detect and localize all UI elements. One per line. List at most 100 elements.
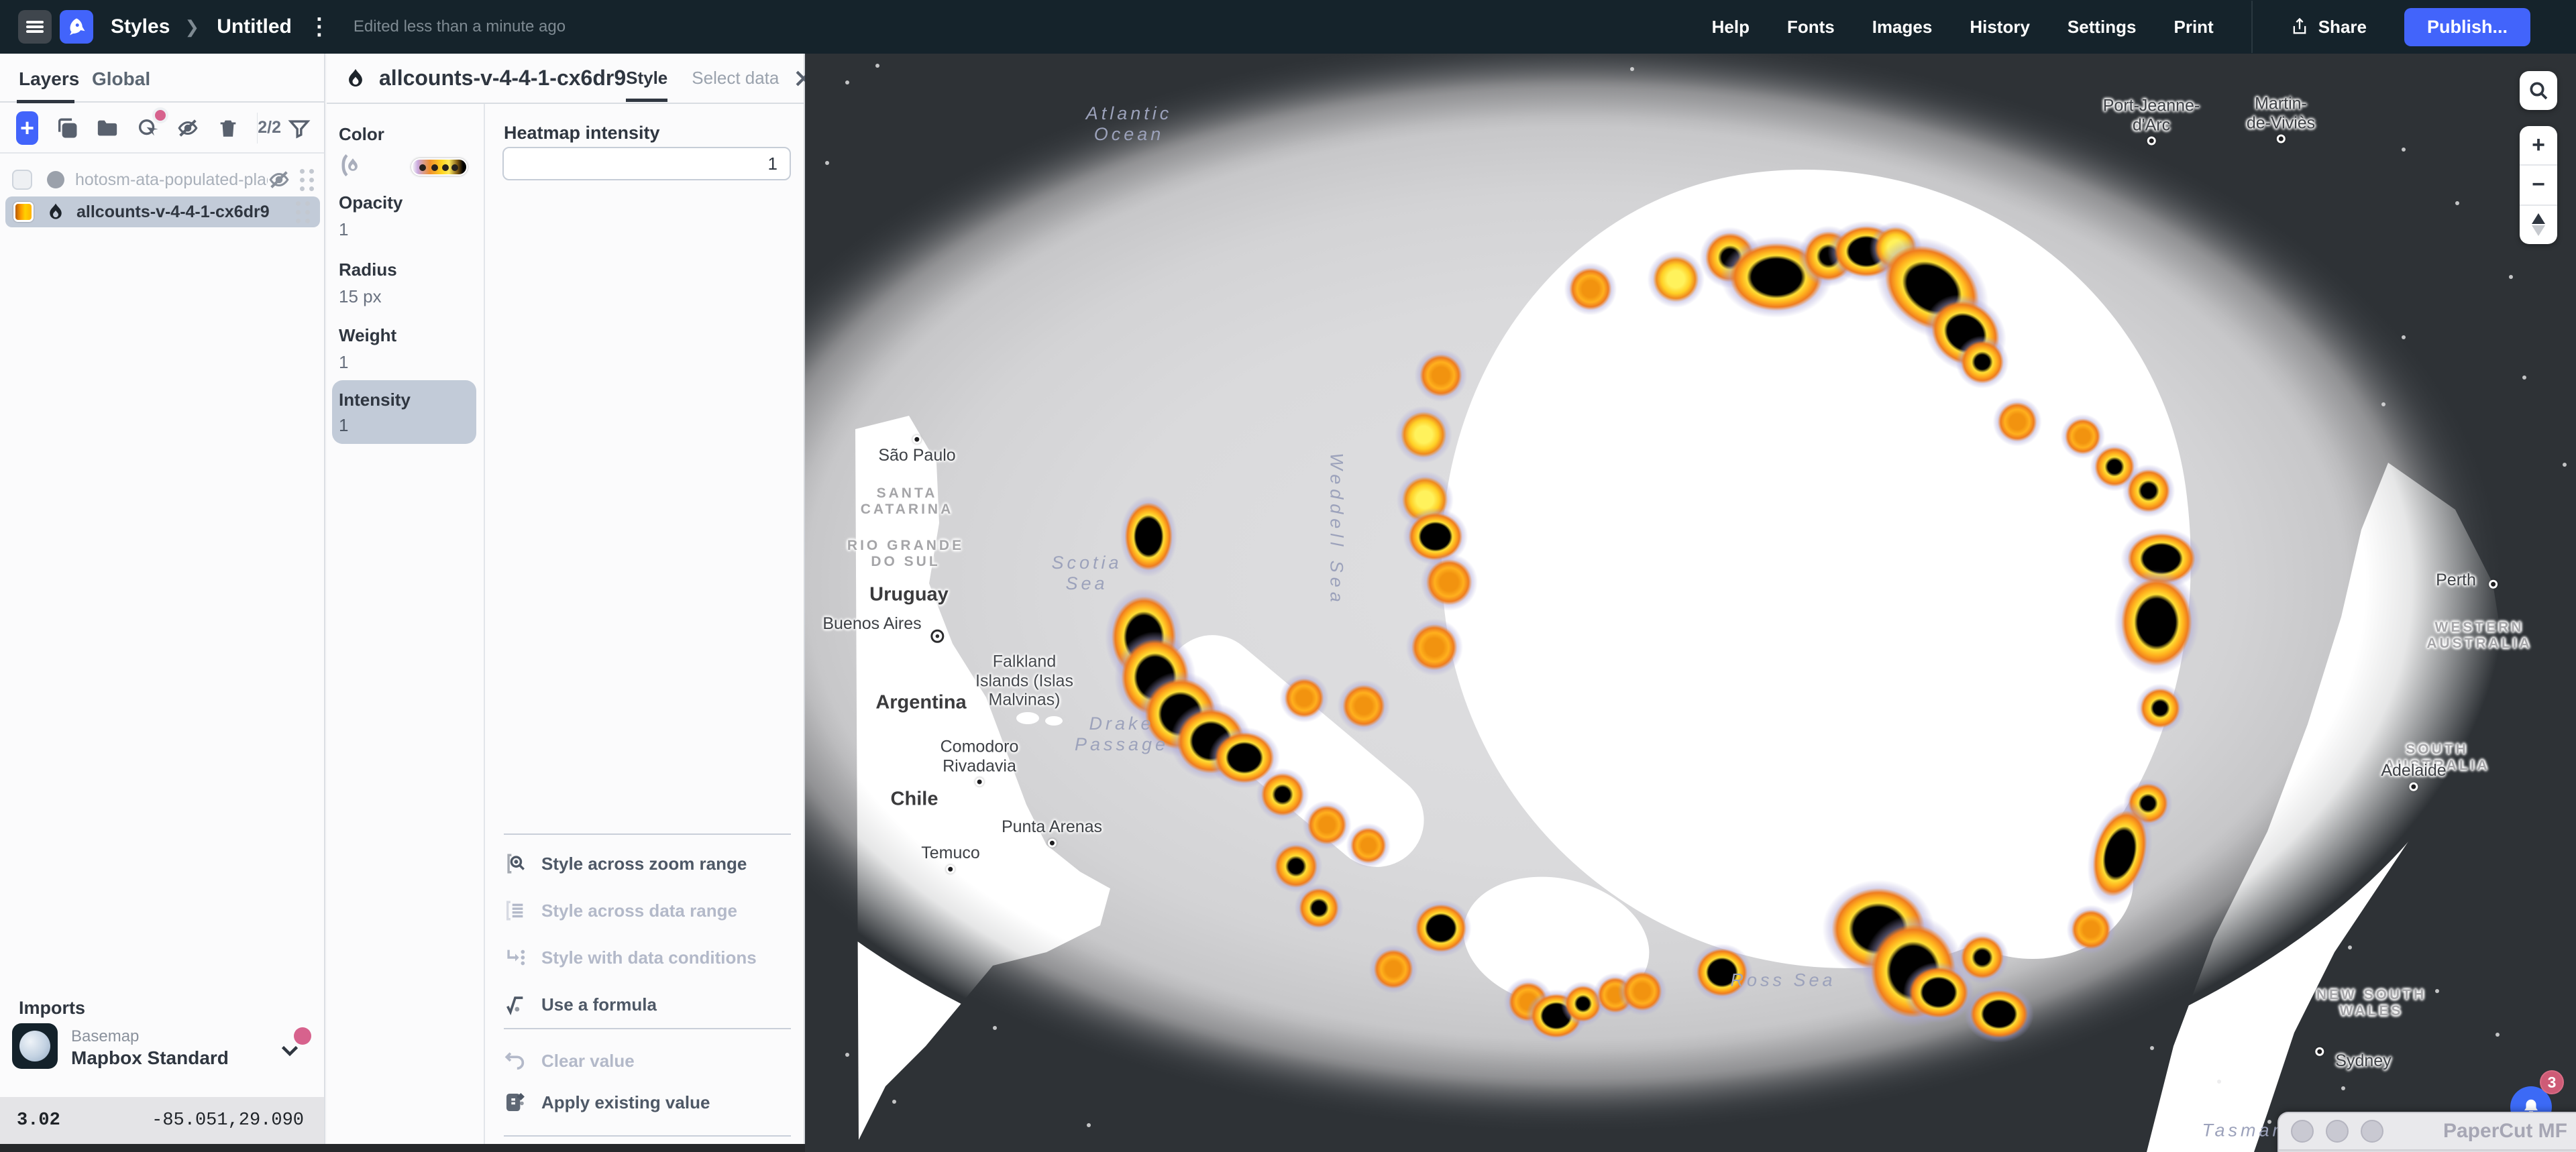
star (2402, 335, 2406, 339)
add-layer-button[interactable]: + (16, 111, 38, 145)
edited-status: Edited less than a minute ago (354, 17, 566, 36)
star (2402, 148, 2406, 152)
compass-bearing-button[interactable] (2520, 205, 2557, 244)
basemap-thumbnail[interactable] (12, 1023, 58, 1069)
heatmap-blob (1368, 943, 1419, 995)
heatmap-blob (1419, 552, 1479, 612)
select-components-icon[interactable] (136, 117, 159, 139)
layer-row-hotosm[interactable]: hotosm-ata-populated-places… (0, 164, 324, 195)
style-with-data-conditions-option[interactable]: Style with data conditions (504, 946, 757, 969)
tab-global[interactable]: Global (92, 68, 150, 90)
topbar-item-print[interactable]: Print (2174, 17, 2213, 38)
filter-layers-icon[interactable] (288, 117, 311, 139)
heatmap-blob (1963, 984, 2036, 1044)
drag-handle[interactable] (296, 201, 311, 223)
property-color-row[interactable] (339, 152, 468, 182)
style-across-zoom-range-option[interactable]: Style across zoom range (504, 852, 747, 875)
star (2267, 1120, 2271, 1124)
star (892, 1100, 896, 1104)
property-list: Color Opacity 1 Radius 15 px Weight 1 In… (327, 104, 485, 1144)
mapbox-logo-icon[interactable] (60, 10, 93, 44)
heatmap-color-gradient[interactable] (411, 158, 468, 176)
property-intensity-value: 1 (339, 415, 348, 436)
property-weight-value[interactable]: 1 (339, 352, 348, 373)
property-color-label: Color (339, 124, 384, 145)
topbar-item-fonts[interactable]: Fonts (1787, 17, 1835, 38)
property-weight-label[interactable]: Weight (339, 325, 396, 346)
heatmap-gradient-swatch (13, 202, 34, 222)
layer-checkbox[interactable] (12, 170, 32, 190)
dock-edge (0, 1144, 805, 1152)
layer-name: allcounts-v-4-4-1-cx6dr9 (76, 203, 270, 222)
breadcrumb-app[interactable]: Styles (111, 15, 170, 38)
star (2348, 945, 2352, 949)
star (2150, 1046, 2154, 1050)
heatmap-blob (1992, 396, 2043, 448)
heatmap-flame-icon (46, 202, 66, 222)
property-opacity-value[interactable]: 1 (339, 219, 348, 240)
topbar-item-history[interactable]: History (1970, 17, 2030, 38)
duplicate-layer-icon[interactable] (56, 117, 78, 139)
breadcrumb-doc-title[interactable]: Untitled (217, 15, 292, 38)
search-icon (2528, 80, 2549, 101)
heatmap-blob (2135, 683, 2186, 734)
style-panel-header: allcounts-v-4-4-1-cx6dr9 Style Select da… (327, 54, 804, 103)
mapbox-studio-app: Styles ❯ Untitled ⋮ Edited less than a m… (0, 0, 2576, 1152)
apply-existing-value-action[interactable]: Apply existing value (504, 1091, 710, 1114)
window-close-button[interactable] (2291, 1120, 2314, 1143)
delete-layer-trash-icon[interactable] (217, 117, 239, 139)
zoom-in-button[interactable]: + (2520, 126, 2557, 164)
property-intensity-selected[interactable]: Intensity 1 (332, 380, 476, 444)
editor-heading: Heatmap intensity (504, 123, 660, 143)
heatmap-blob (1404, 617, 1464, 677)
hide-layer-eye-off-icon[interactable] (176, 117, 199, 139)
use-a-formula-option[interactable]: Use a formula (504, 993, 657, 1016)
topbar-item-help[interactable]: Help (1712, 17, 1750, 38)
publish-button[interactable]: Publish... (2404, 8, 2530, 46)
clear-value-action[interactable]: Clear value (504, 1049, 635, 1072)
zoom-out-button[interactable]: − (2520, 164, 2557, 204)
topbar-item-settings[interactable]: Settings (2068, 17, 2137, 38)
notification-dot (294, 1027, 311, 1045)
topbar-item-images[interactable]: Images (1872, 17, 1933, 38)
intensity-input[interactable] (502, 147, 791, 180)
circle-layer-type-icon (47, 171, 64, 188)
property-radius-value[interactable]: 15 px (339, 286, 382, 307)
window-minimize-button[interactable] (2326, 1120, 2349, 1143)
heatmap-blob (1293, 882, 1345, 934)
property-opacity-label[interactable]: Opacity (339, 192, 402, 213)
style-menu-kebab-icon[interactable]: ⋮ (308, 20, 331, 34)
property-radius-label[interactable]: Radius (339, 260, 397, 280)
layer-hidden-eye-off-icon[interactable] (268, 168, 290, 191)
layer-count: 2/2 (258, 118, 281, 137)
group-folder-icon[interactable] (96, 117, 119, 139)
zoom-level: 3.02 (17, 1110, 60, 1131)
star (2217, 1080, 2221, 1084)
clipboard-apply-icon (504, 1091, 527, 1114)
tab-layers[interactable]: Layers (19, 68, 79, 90)
style-across-data-range-option[interactable]: Style across data range (504, 899, 737, 922)
notification-badge: 3 (2540, 1070, 2564, 1094)
window-maximize-button[interactable] (2361, 1120, 2383, 1143)
formula-icon (504, 993, 527, 1016)
hamburger-menu-button[interactable] (18, 10, 52, 44)
drag-handle[interactable] (300, 169, 315, 191)
map-search-button[interactable] (2520, 71, 2557, 110)
compass-south-icon (2532, 225, 2545, 236)
heatmap-blob (1279, 673, 1330, 724)
zoom-range-icon (504, 852, 527, 875)
divider (2251, 1, 2253, 53)
heatmap-blob (2065, 904, 2117, 956)
clear-undo-icon (504, 1049, 527, 1072)
map-zoom-control: + − (2520, 126, 2557, 244)
share-button[interactable]: Share (2290, 17, 2367, 38)
papercut-window[interactable]: PaperCut MF (2277, 1112, 2576, 1152)
falkland-islet (1045, 716, 1063, 726)
star (2341, 1086, 2345, 1090)
map-canvas[interactable]: Atlantic OceanPort-Jeanne- d'ArcMartin- … (805, 54, 2576, 1152)
star (2563, 463, 2567, 467)
tab-select-data[interactable]: Select data (692, 68, 779, 89)
layer-row-allcounts-selected[interactable]: allcounts-v-4-4-1-cx6dr9 (5, 196, 320, 227)
star (2509, 275, 2513, 279)
tab-style[interactable]: Style (626, 68, 667, 89)
